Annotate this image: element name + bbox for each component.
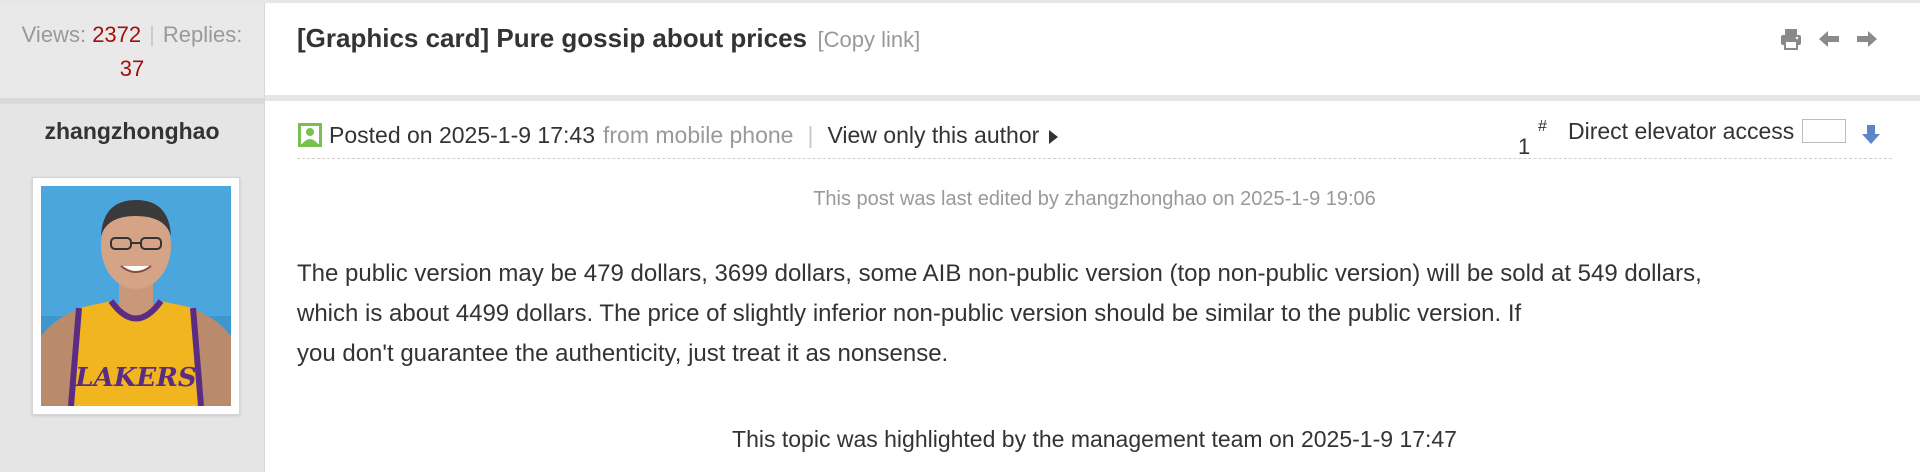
post-body-line: The public version may be 479 dollars, 3… (297, 260, 1702, 287)
post-meta: Posted on 2025-1-9 17:43 from mobile pho… (297, 118, 1059, 152)
highlight-note: This topic was highlighted by the manage… (732, 426, 1457, 452)
header-divider (265, 95, 1920, 101)
stats-separator: | (149, 22, 155, 47)
post-body: The public version may be 479 dollars, 3… (297, 254, 1892, 374)
floor-hash: # (1538, 118, 1547, 135)
top-border (0, 0, 1920, 3)
views-count: 2372 (92, 22, 142, 47)
floor-number[interactable]: 1 (1518, 134, 1530, 160)
replies-label: Replies: (162, 22, 243, 47)
print-icon[interactable] (1778, 26, 1804, 52)
post-body-line: you don't guarantee the authenticity, ju… (297, 340, 949, 367)
view-only-author-label: View only this author (827, 122, 1040, 148)
online-status-icon (297, 122, 323, 148)
thread-stats: Views: 2372 | Replies: 37 (0, 18, 264, 86)
replies-count: 37 (119, 56, 145, 81)
author-name[interactable]: zhangzhonghao (0, 118, 264, 145)
view-only-author-link[interactable]: View only this author (827, 118, 1059, 152)
arrow-down-icon[interactable] (1860, 120, 1882, 144)
edit-note: This post was last edited by zhangzhongh… (813, 188, 1376, 210)
elevator-input[interactable] (1802, 119, 1847, 143)
caret-right-icon (1049, 129, 1059, 144)
avatar[interactable]: LAKERS (32, 177, 240, 415)
avatar-image: LAKERS (41, 186, 231, 406)
thread-title: [Graphics card] Pure gossip about prices (297, 23, 808, 53)
posted-on: Posted on 2025-1-9 17:43 (329, 122, 595, 148)
sidebar-divider (0, 98, 264, 104)
meta-separator: | (807, 122, 814, 148)
previous-arrow-icon[interactable] (1816, 26, 1842, 52)
svg-text:LAKERS: LAKERS (74, 363, 196, 393)
thread-title-bar: [Graphics card] Pure gossip about prices… (297, 18, 920, 58)
meta-divider (297, 158, 1892, 159)
next-arrow-icon[interactable] (1854, 26, 1880, 52)
elevator-control: Direct elevator access (1568, 114, 1882, 148)
views-label: Views: (21, 22, 87, 47)
elevator-label: Direct elevator access (1568, 118, 1795, 144)
copy-link[interactable]: [Copy link] (817, 27, 920, 52)
post-source: from mobile phone (602, 122, 794, 148)
thread-tools (1778, 26, 1880, 52)
post-body-line: which is about 4499 dollars. The price o… (297, 300, 1522, 327)
